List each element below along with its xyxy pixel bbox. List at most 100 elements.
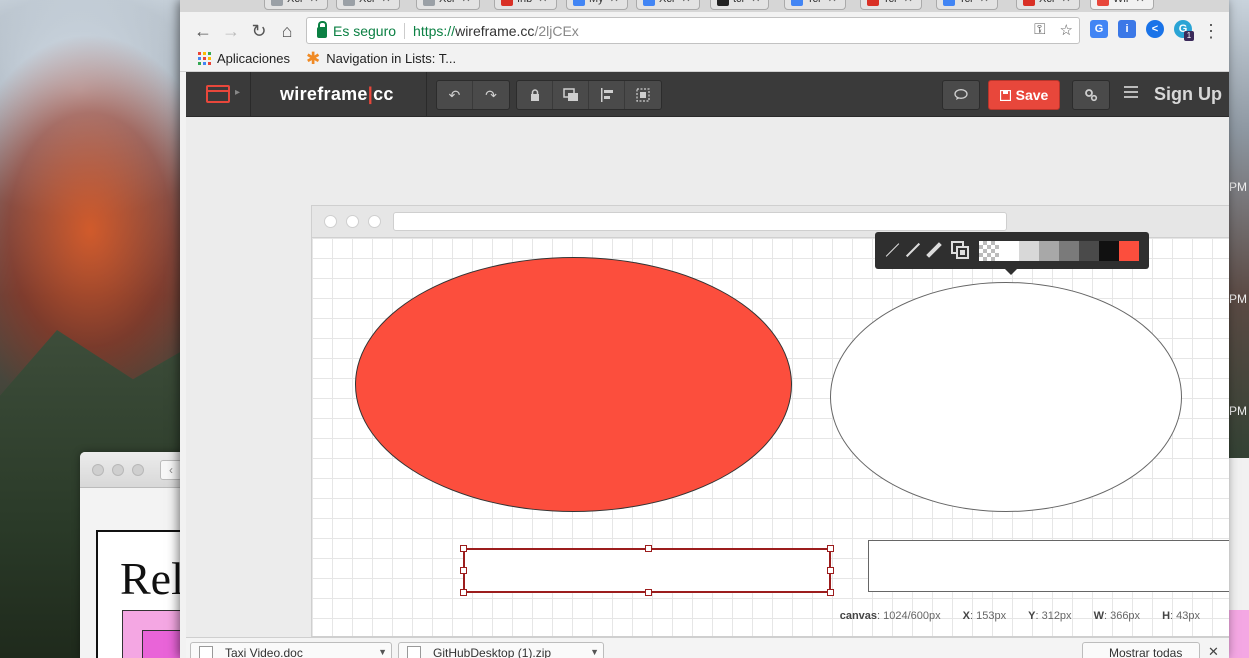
address-bar[interactable]: Es seguro https:// wireframe.cc /2ljCEx …: [306, 17, 1080, 44]
color-swatch[interactable]: [1079, 241, 1099, 261]
tab-close-icon[interactable]: ✕: [610, 0, 619, 5]
frame-dot: [346, 215, 359, 228]
tab-label: Xcr: [359, 0, 376, 5]
color-swatch[interactable]: [1039, 241, 1059, 261]
share-icon[interactable]: <: [1146, 20, 1164, 38]
tab-close-icon[interactable]: ✕: [1062, 0, 1071, 5]
comment-icon[interactable]: [943, 81, 979, 109]
tab-favicon-icon: [501, 0, 513, 6]
tab-close-icon[interactable]: ✕: [382, 0, 391, 5]
home-icon[interactable]: ⌂: [274, 18, 300, 44]
resize-handle[interactable]: [460, 545, 467, 552]
tab-favicon-icon: [343, 0, 355, 6]
bookmark-apps[interactable]: Aplicaciones: [198, 51, 290, 66]
downloads-bar: Taxi Video.doc ▼ GitHubDesktop (1).zip ▼…: [186, 637, 1229, 658]
red-ellipse-shape[interactable]: [355, 257, 792, 512]
redo-icon[interactable]: ↷: [473, 81, 509, 109]
frame-address-placeholder[interactable]: [393, 212, 1007, 231]
layer-order-icon[interactable]: [951, 241, 969, 259]
tab-close-icon[interactable]: ✕: [980, 0, 989, 5]
medium-line-icon[interactable]: [905, 242, 921, 258]
canvas-browser-frame: canvas: 1024/600px X: 153px Y: 312px W: …: [311, 205, 1229, 637]
tab-2[interactable]: Xcr ✕: [336, 0, 400, 10]
gears-icon[interactable]: [1073, 81, 1109, 109]
selected-rectangle-shape[interactable]: [460, 545, 834, 596]
tab-3[interactable]: Xcr ✕: [416, 0, 480, 10]
tab-close-icon[interactable]: ✕: [538, 0, 547, 5]
tab-5[interactable]: My ✕: [566, 0, 628, 10]
download-label: Taxi Video.doc: [225, 646, 303, 658]
extension-i-icon[interactable]: i: [1118, 20, 1136, 38]
tab-close-icon[interactable]: ✕: [682, 0, 691, 5]
thin-line-icon[interactable]: [885, 242, 901, 258]
minimize-dot[interactable]: [112, 464, 124, 476]
canvas-grid[interactable]: canvas: 1024/600px X: 153px Y: 312px W: …: [312, 238, 1229, 636]
select-area-icon[interactable]: [625, 81, 661, 109]
back-nav-icon[interactable]: ‹: [160, 460, 182, 480]
key-icon[interactable]: ⚿: [1034, 21, 1045, 39]
color-swatch[interactable]: [999, 241, 1019, 261]
tab-close-icon[interactable]: ✕: [462, 0, 471, 5]
tab-1[interactable]: Xcr ✕: [264, 0, 328, 10]
undo-icon[interactable]: ↶: [437, 81, 473, 109]
sign-up-link[interactable]: Sign Up: [1154, 84, 1222, 105]
tab-9[interactable]: Tcr ✕: [860, 0, 922, 10]
tab-label: Tcr: [807, 0, 822, 5]
tab-strip: Xcr✕Xcr✕Xcr✕Inb✕My✕Xcr✕tcr✕Tcr✕Tcr✕Tcr✕X…: [180, 0, 1229, 12]
lock-icon[interactable]: [517, 81, 553, 109]
download-item[interactable]: Taxi Video.doc ▼: [190, 642, 392, 658]
thick-line-icon[interactable]: [925, 242, 942, 258]
tab-7[interactable]: tcr ✕: [710, 0, 770, 10]
bookmark-navigation-lists[interactable]: ✱ Navigation in Lists: T...: [306, 50, 456, 67]
download-item[interactable]: GitHubDesktop (1).zip ▼: [398, 642, 604, 658]
tab-close-icon[interactable]: ✕: [828, 0, 837, 5]
close-icon[interactable]: ✕: [1208, 644, 1219, 658]
color-swatch[interactable]: [1019, 241, 1039, 261]
chevron-down-icon[interactable]: ▼: [378, 647, 387, 657]
resize-handle[interactable]: [827, 567, 834, 574]
tab-10[interactable]: Tcr ✕: [936, 0, 998, 10]
color-swatch[interactable]: [1099, 241, 1119, 261]
tab-4[interactable]: Inb ✕: [494, 0, 557, 10]
white-ellipse-shape[interactable]: [830, 282, 1182, 512]
resize-handle[interactable]: [460, 567, 467, 574]
status-canvas: canvas: 1024/600px: [839, 610, 941, 622]
tab-6[interactable]: Xcr ✕: [636, 0, 700, 10]
caret-right-icon[interactable]: ▸: [235, 87, 240, 98]
tab-12[interactable]: Wir ✕: [1090, 0, 1154, 10]
back-icon[interactable]: ←: [190, 18, 216, 44]
chevron-down-icon[interactable]: ▼: [590, 647, 599, 657]
bring-front-icon[interactable]: [553, 81, 589, 109]
color-swatch[interactable]: [1059, 241, 1079, 261]
reload-icon[interactable]: ↻: [246, 18, 272, 44]
zoom-dot[interactable]: [132, 464, 144, 476]
resize-handle[interactable]: [827, 545, 834, 552]
resize-handle[interactable]: [827, 589, 834, 596]
show-all-downloads-button[interactable]: Mostrar todas: [1082, 642, 1200, 658]
tab-close-icon[interactable]: ✕: [904, 0, 913, 5]
color-swatch[interactable]: [979, 241, 999, 261]
security-indicator[interactable]: Es seguro: [317, 20, 396, 39]
hamburger-menu-icon[interactable]: [1124, 86, 1138, 98]
resize-handle[interactable]: [645, 589, 652, 596]
save-button[interactable]: Save: [988, 80, 1060, 110]
close-dot[interactable]: [92, 464, 104, 476]
bookmark-star-icon[interactable]: ☆: [1060, 21, 1073, 39]
tab-label: Xcr: [287, 0, 304, 5]
align-icon[interactable]: [589, 81, 625, 109]
resize-handle[interactable]: [460, 589, 467, 596]
tab-11[interactable]: Xcr ✕: [1016, 0, 1080, 10]
tab-close-icon[interactable]: ✕: [1136, 0, 1145, 5]
lock-icon: [317, 20, 327, 38]
resize-handle[interactable]: [645, 545, 652, 552]
menu-icon[interactable]: ⋮: [1198, 18, 1224, 44]
tab-close-icon[interactable]: ✕: [751, 0, 760, 5]
translate-icon[interactable]: G: [1090, 20, 1108, 38]
status-x: X: 153px: [962, 610, 1007, 622]
right-rectangle-shape[interactable]: [868, 540, 1229, 592]
tab-close-icon[interactable]: ✕: [310, 0, 319, 5]
window-frame-icon[interactable]: [206, 85, 230, 103]
forward-icon[interactable]: →: [218, 18, 244, 44]
color-swatch[interactable]: [1119, 241, 1139, 261]
tab-8[interactable]: Tcr ✕: [784, 0, 846, 10]
